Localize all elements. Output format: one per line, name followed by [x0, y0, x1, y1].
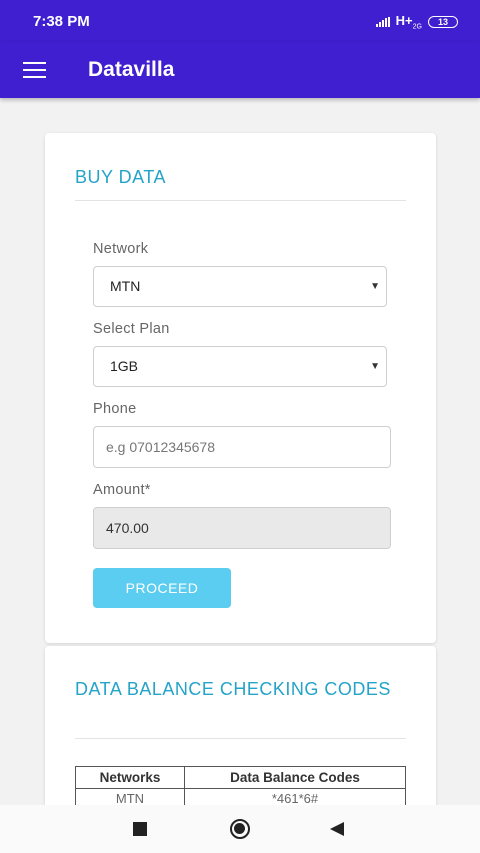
dropdown-arrow-icon: ▼ — [370, 361, 380, 372]
amount-label: Amount* — [93, 482, 151, 498]
divider — [75, 738, 406, 739]
status-bar: 7:38 PM H+2G 13 — [0, 0, 480, 42]
network-select[interactable]: MTN ▼ — [93, 266, 387, 307]
network-type: H+2G — [396, 13, 422, 31]
balance-codes-title: DATA BALANCE CHECKING CODES — [75, 679, 391, 699]
proceed-button[interactable]: PROCEED — [93, 568, 231, 608]
plan-select[interactable]: 1GB ▼ — [93, 346, 387, 387]
network-type-label: H+ — [395, 13, 413, 28]
network-select-value: MTN — [110, 278, 141, 294]
balance-codes-card: DATA BALANCE CHECKING CODES Networks Dat… — [45, 646, 436, 816]
divider — [75, 200, 406, 201]
phone-label: Phone — [93, 401, 137, 417]
recent-apps-icon[interactable] — [133, 822, 147, 836]
dropdown-arrow-icon: ▼ — [370, 281, 380, 292]
plan-select-value: 1GB — [110, 358, 139, 374]
signal-icon — [375, 16, 390, 27]
buy-data-title: BUY DATA — [75, 167, 167, 187]
status-time: 7:38 PM — [33, 13, 90, 30]
amount-field — [93, 507, 391, 549]
app-title: Datavilla — [88, 58, 175, 81]
navigation-bar — [0, 805, 480, 853]
status-icons: H+2G 13 — [375, 13, 458, 31]
phone-input[interactable] — [93, 426, 391, 468]
battery-icon: 13 — [428, 15, 458, 28]
network-label: Network — [93, 241, 149, 257]
network-type-sub: 2G — [412, 23, 422, 31]
buy-data-card: BUY DATA Network MTN ▼ Select Plan 1GB ▼… — [45, 133, 436, 643]
back-icon[interactable] — [330, 822, 344, 836]
app-bar: Datavilla — [0, 42, 480, 98]
balance-codes-table: Networks Data Balance Codes MTN *461*6# — [75, 766, 406, 809]
hamburger-menu-icon[interactable] — [23, 62, 46, 78]
table-header-codes: Data Balance Codes — [184, 766, 406, 789]
table-header-networks: Networks — [75, 766, 185, 789]
battery-level: 13 — [437, 16, 448, 27]
table-header-row: Networks Data Balance Codes — [75, 766, 406, 789]
plan-label: Select Plan — [93, 321, 170, 337]
home-icon[interactable] — [230, 819, 250, 839]
